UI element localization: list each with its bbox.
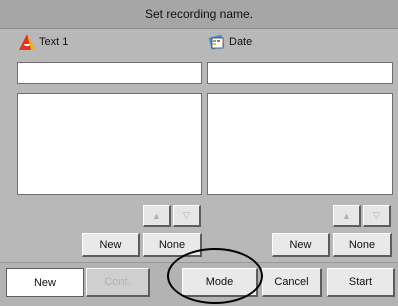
text1-new-button[interactable]: New (82, 233, 140, 257)
date-none-button[interactable]: None (333, 233, 392, 257)
date-up-arrow-button[interactable]: ▲ (333, 205, 361, 227)
text1-none-button[interactable]: None (143, 233, 202, 257)
mode-new-button[interactable]: New (6, 268, 84, 297)
recording-name-screen: Set recording name. Text 1 Date ▲ ▽ ▲ ▽ … (0, 0, 398, 306)
right-column-label: Date (229, 36, 253, 48)
text1-down-arrow-button[interactable]: ▽ (173, 205, 201, 227)
cancel-button[interactable]: Cancel (262, 268, 322, 297)
text-font-icon (19, 34, 35, 50)
mode-cont-button[interactable]: Cont. (86, 268, 150, 297)
left-column-header: Text 1 (18, 30, 68, 54)
text1-name-field[interactable] (17, 62, 202, 84)
down-arrow-icon: ▽ (183, 210, 190, 220)
down-arrow-icon: ▽ (373, 210, 380, 220)
right-column-header: Date (208, 30, 252, 54)
start-button[interactable]: Start (327, 268, 395, 297)
text1-list-box[interactable] (17, 93, 202, 195)
left-column-label: Text 1 (39, 36, 69, 48)
calendar-icon (208, 34, 225, 50)
date-down-arrow-button[interactable]: ▽ (363, 205, 391, 227)
mode-button[interactable]: Mode (182, 268, 258, 297)
up-arrow-icon: ▲ (152, 210, 161, 221)
date-name-field[interactable] (207, 62, 393, 84)
date-list-box[interactable] (207, 93, 393, 195)
date-new-button[interactable]: New (272, 233, 330, 257)
page-title: Set recording name. (0, 0, 398, 29)
up-arrow-icon: ▲ (342, 210, 351, 221)
text1-up-arrow-button[interactable]: ▲ (143, 205, 171, 227)
